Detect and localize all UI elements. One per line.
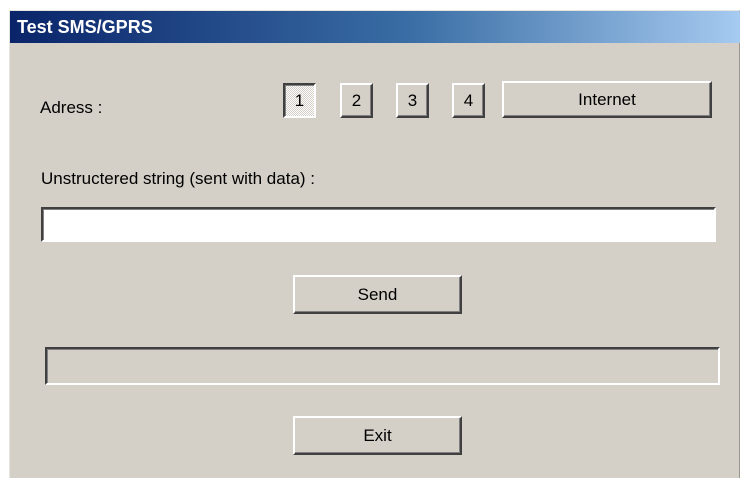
exit-button[interactable]: Exit bbox=[293, 416, 462, 455]
address-button-1[interactable]: 1 bbox=[283, 83, 316, 118]
window-title: Test SMS/GPRS bbox=[17, 17, 153, 37]
test-sms-gprs-dialog: Test SMS/GPRS Adress : 1 2 3 4 Internet … bbox=[9, 10, 740, 478]
message-input[interactable] bbox=[41, 207, 716, 242]
address-button-2[interactable]: 2 bbox=[340, 83, 373, 118]
address-button-4[interactable]: 4 bbox=[452, 83, 485, 118]
status-field bbox=[45, 347, 720, 385]
title-bar[interactable]: Test SMS/GPRS bbox=[10, 11, 740, 43]
address-button-3[interactable]: 3 bbox=[396, 83, 429, 118]
message-label: Unstructered string (sent with data) : bbox=[41, 169, 316, 188]
send-button[interactable]: Send bbox=[293, 275, 462, 314]
internet-button[interactable]: Internet bbox=[502, 81, 712, 118]
address-label: Adress : bbox=[40, 98, 103, 117]
